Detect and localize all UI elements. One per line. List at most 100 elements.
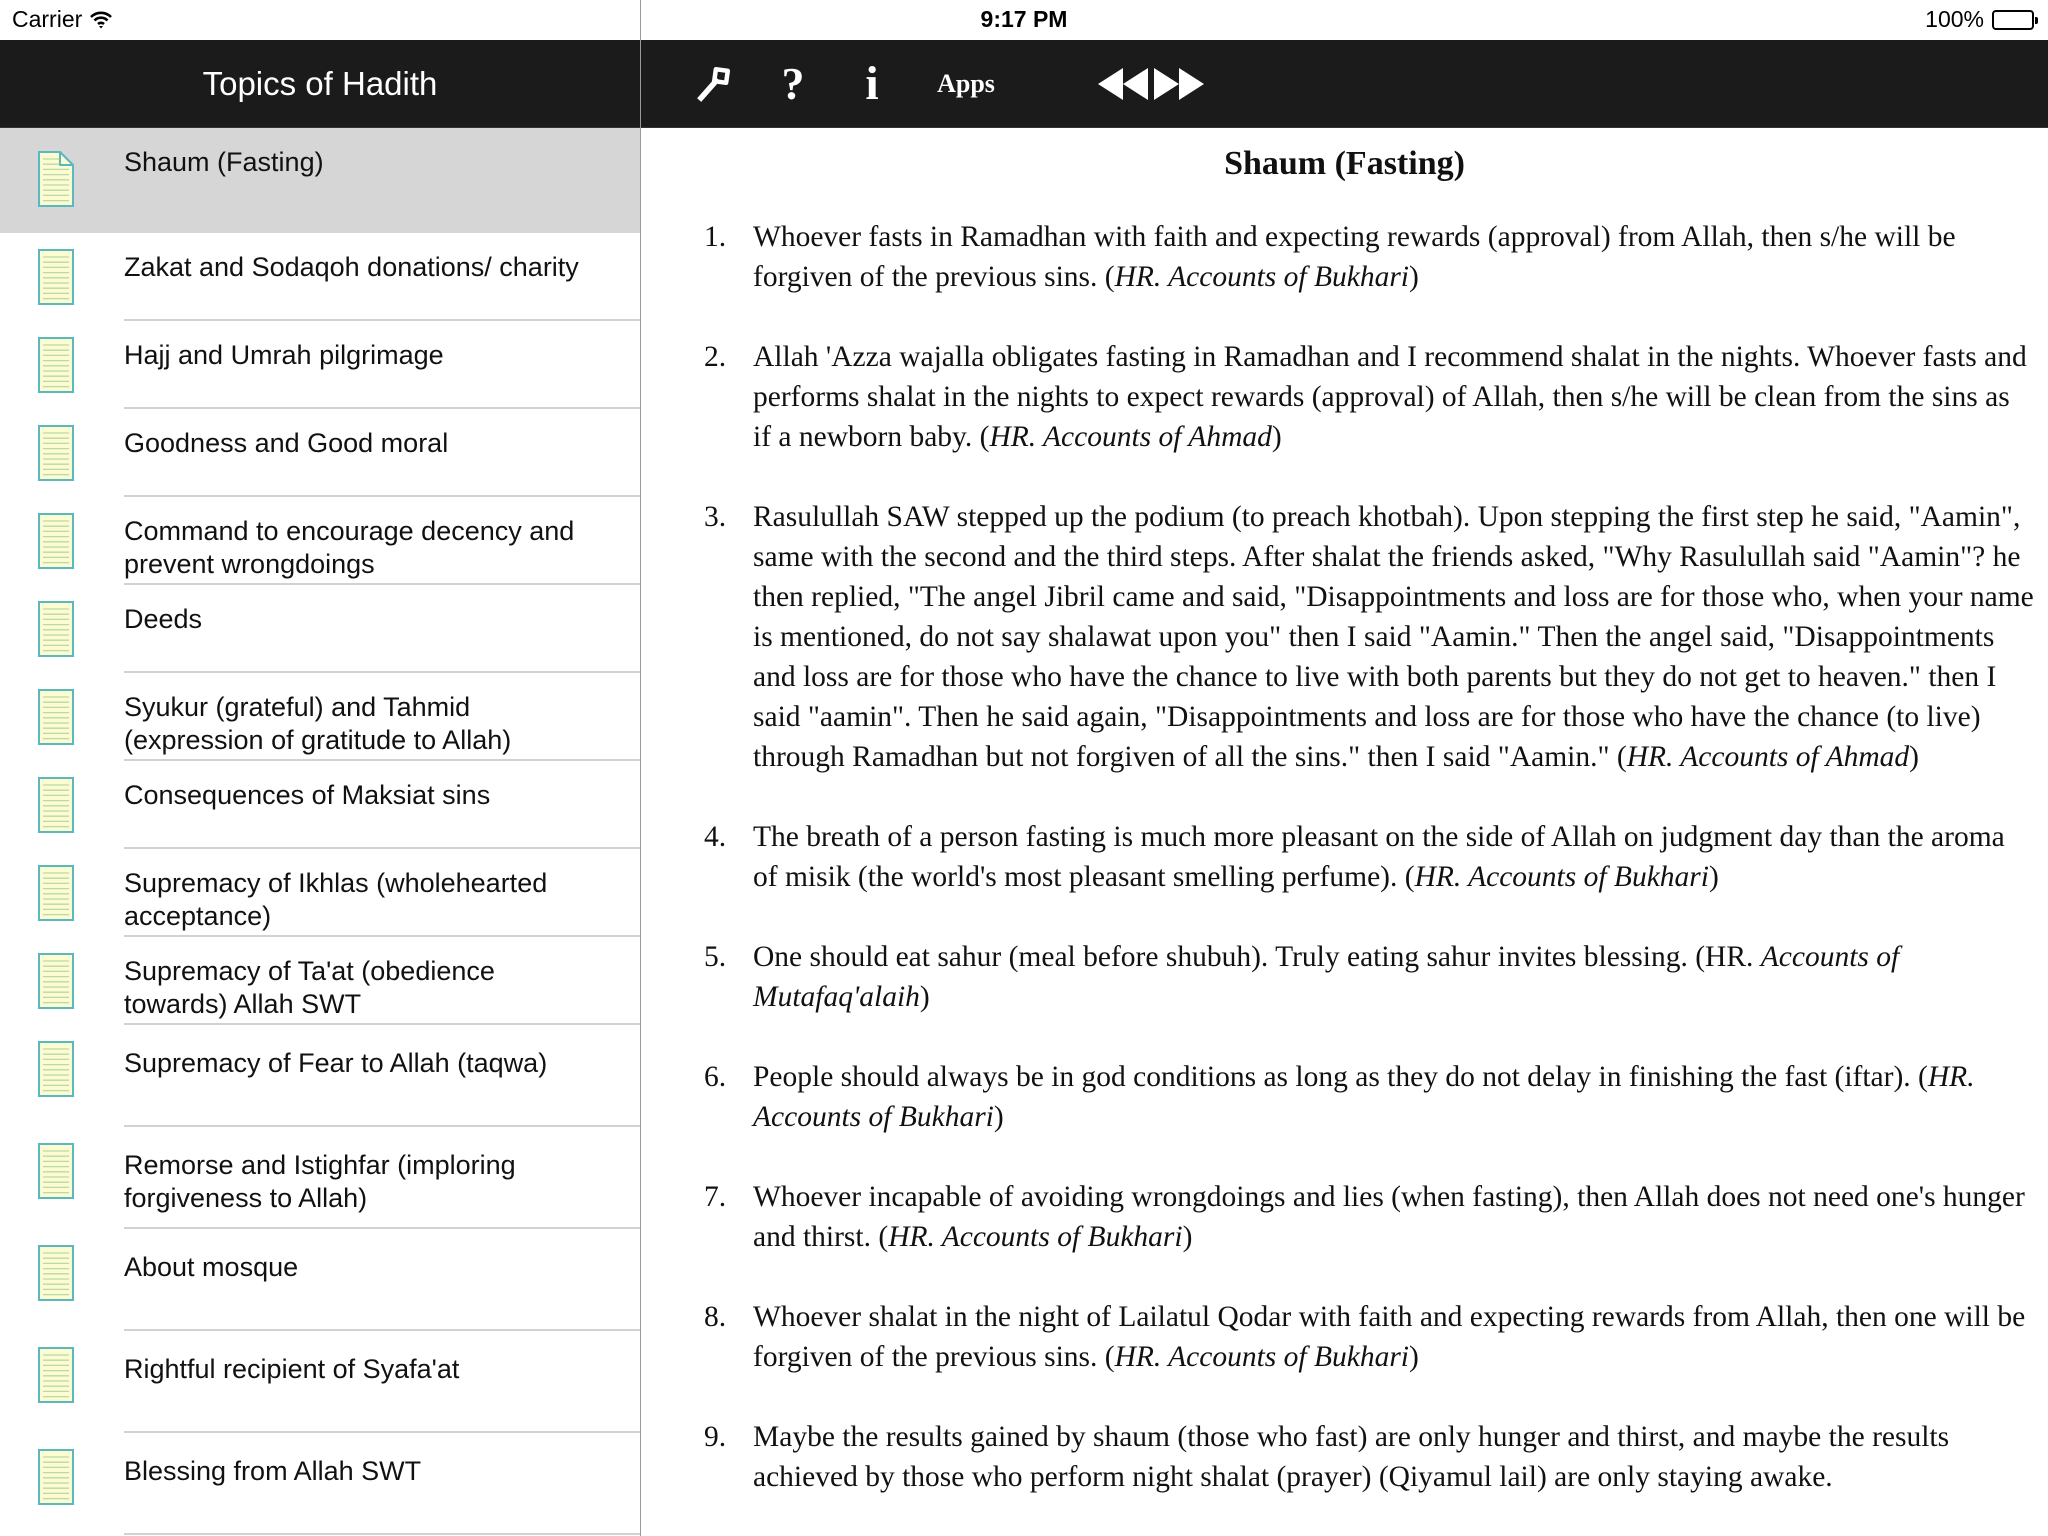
info-button[interactable]: i: [857, 40, 887, 127]
hadith-item: 9. Maybe the results gained by shaum (tho…: [641, 1417, 2048, 1497]
hadith-text: Allah 'Azza wajalla obligates fasting in…: [753, 341, 2027, 453]
topics-sidebar: Topics of Hadith Shaum (Fasting) Zakat an…: [0, 40, 640, 1536]
document-icon: [38, 1143, 74, 1199]
topic-row[interactable]: Shaum (Fasting): [0, 128, 640, 233]
topic-row[interactable]: Remorse and Istighfar (imploring forgive…: [0, 1127, 640, 1229]
wrench-icon: [697, 66, 731, 102]
clock: 9:17 PM: [980, 6, 1068, 32]
hadith-text: Rasulullah SAW stepped up the podium (to…: [753, 501, 2034, 773]
topic-label: Rightful recipient of Syafa'at: [124, 1354, 460, 1384]
document-icon: [38, 1041, 74, 1097]
content-title: Shaum (Fasting): [1224, 145, 1465, 182]
hadith-source-close: ): [1271, 421, 1282, 453]
topic-row[interactable]: Supremacy of Fear to Allah (taqwa): [0, 1025, 640, 1127]
apps-label: Apps: [937, 68, 995, 98]
hadith-source: HR. Accounts of Bukhari: [1114, 1341, 1410, 1373]
topic-label: Goodness and Good moral: [124, 428, 449, 458]
hadith-source-close: ): [1909, 741, 1919, 773]
document-icon: [38, 151, 74, 207]
fast-forward-icon: [1154, 67, 1204, 100]
document-icon: [38, 777, 74, 833]
hadith-number: 3.: [704, 501, 727, 533]
row-separator: [124, 1533, 640, 1535]
hadith-text: People should always be in god condition…: [753, 1061, 1928, 1093]
topic-label: Deeds: [124, 604, 203, 634]
detail-pane: ? i Apps Shaum (Fasting) 1. Whoever fasts…: [641, 40, 2048, 1536]
topic-row[interactable]: Syukur (grateful) and Tahmid (expression…: [0, 673, 640, 761]
hadith-number: 6.: [704, 1061, 727, 1093]
hadith-number: 2.: [704, 341, 727, 373]
topic-row[interactable]: Goodness and Good moral: [0, 409, 640, 497]
topic-label: About mosque: [124, 1252, 299, 1282]
hadith-source: HR. Accounts of Ahmad: [1626, 741, 1910, 773]
apps-button[interactable]: Apps: [931, 40, 1001, 127]
hadith-number: 4.: [704, 821, 727, 853]
battery-percent: 100%: [1925, 6, 1984, 32]
hadith-item: 2. Allah 'Azza wajalla obligates fasting …: [641, 337, 2048, 457]
hadith-source-close: ): [1409, 1341, 1419, 1373]
topic-row[interactable]: Consequences of Maksiat sins: [0, 761, 640, 849]
document-icon: [38, 1347, 74, 1403]
topic-row[interactable]: Deeds: [0, 585, 640, 673]
hadith-item: 8. Whoever shalat in the night of Lailatu…: [641, 1297, 2048, 1377]
hadith-number: 9.: [704, 1421, 727, 1453]
document-icon: [38, 337, 74, 393]
document-icon: [38, 1449, 74, 1505]
hadith-source-close: ): [1409, 261, 1419, 293]
hadith-number: 1.: [704, 221, 727, 253]
hadith-text: The breath of a person fasting is much m…: [753, 821, 2005, 893]
hadith-number: 7.: [704, 1181, 727, 1213]
split-divider: [640, 0, 641, 1536]
topic-row[interactable]: Blessing from Allah SWT: [0, 1433, 640, 1535]
hadith-item: 1. Whoever fasts in Ramadhan with faith a…: [641, 217, 2048, 297]
hadith-number: 8.: [704, 1301, 727, 1333]
previous-topic-button[interactable]: [1097, 40, 1149, 127]
topic-label: Remorse and Istighfar (imploring forgive…: [124, 1150, 516, 1213]
document-icon: [38, 865, 74, 921]
sidebar-navbar: Topics of Hadith: [0, 40, 640, 128]
topic-label: Supremacy of Fear to Allah (taqwa): [124, 1048, 548, 1078]
topic-label: Supremacy of Ikhlas (wholehearted accept…: [124, 868, 548, 931]
topic-label: Supremacy of Ta'at (obedience towards) A…: [124, 956, 495, 1019]
topic-list[interactable]: Shaum (Fasting) Zakat and Sodaqoh donatio…: [0, 128, 640, 1535]
document-icon: [38, 953, 74, 1009]
topic-row[interactable]: Supremacy of Ta'at (obedience towards) A…: [0, 937, 640, 1025]
topic-label: Zakat and Sodaqoh donations/ charity: [124, 252, 579, 282]
topic-label: Blessing from Allah SWT: [124, 1456, 422, 1486]
document-icon: [38, 513, 74, 569]
document-icon: [38, 425, 74, 481]
topic-label: Consequences of Maksiat sins: [124, 780, 491, 810]
topic-row[interactable]: Zakat and Sodaqoh donations/ charity: [0, 233, 640, 321]
hadith-item: 7. Whoever incapable of avoiding wrongdoi…: [641, 1177, 2048, 1257]
topic-row[interactable]: Command to encourage decency and prevent…: [0, 497, 640, 585]
next-topic-button[interactable]: [1153, 40, 1205, 127]
hadith-source-close: ): [1182, 1221, 1193, 1253]
hadith-source-close: ): [1708, 861, 1719, 893]
battery-indicator: 100%: [1925, 6, 2038, 33]
topic-label: Shaum (Fasting): [124, 147, 324, 177]
document-icon: [38, 1245, 74, 1301]
hadith-text: Maybe the results gained by shaum (those…: [753, 1421, 1950, 1493]
hadith-number: 5.: [704, 941, 727, 973]
rewind-icon: [1098, 67, 1148, 100]
help-icon: ?: [781, 58, 805, 109]
topic-label: Syukur (grateful) and Tahmid (expression…: [124, 692, 512, 755]
hadith-item: 3. Rasulullah SAW stepped up the podium (…: [641, 497, 2048, 777]
detail-toolbar: ? i Apps: [641, 40, 2048, 128]
help-button[interactable]: ?: [773, 40, 813, 127]
hadith-source: HR. Accounts of Ahmad: [989, 421, 1272, 453]
document-icon: [38, 249, 74, 305]
hadith-text: One should eat sahur (meal before shubuh…: [753, 941, 1761, 973]
topic-row[interactable]: Hajj and Umrah pilgrimage: [0, 321, 640, 409]
settings-button[interactable]: [691, 40, 735, 127]
topic-label: Hajj and Umrah pilgrimage: [124, 340, 444, 370]
battery-icon: [1992, 9, 2038, 30]
topic-row[interactable]: Rightful recipient of Syafa'at: [0, 1331, 640, 1433]
topic-row[interactable]: About mosque: [0, 1229, 640, 1331]
topic-row[interactable]: Supremacy of Ikhlas (wholehearted accept…: [0, 849, 640, 937]
sidebar-title: Topics of Hadith: [202, 64, 438, 102]
hadith-source-close: ): [919, 981, 930, 1013]
hadith-content[interactable]: Shaum (Fasting) 1. Whoever fasts in Ramad…: [641, 128, 2048, 1536]
topic-label: Command to encourage decency and prevent…: [124, 516, 575, 579]
hadith-item: 4. The breath of a person fasting is much…: [641, 817, 2048, 897]
